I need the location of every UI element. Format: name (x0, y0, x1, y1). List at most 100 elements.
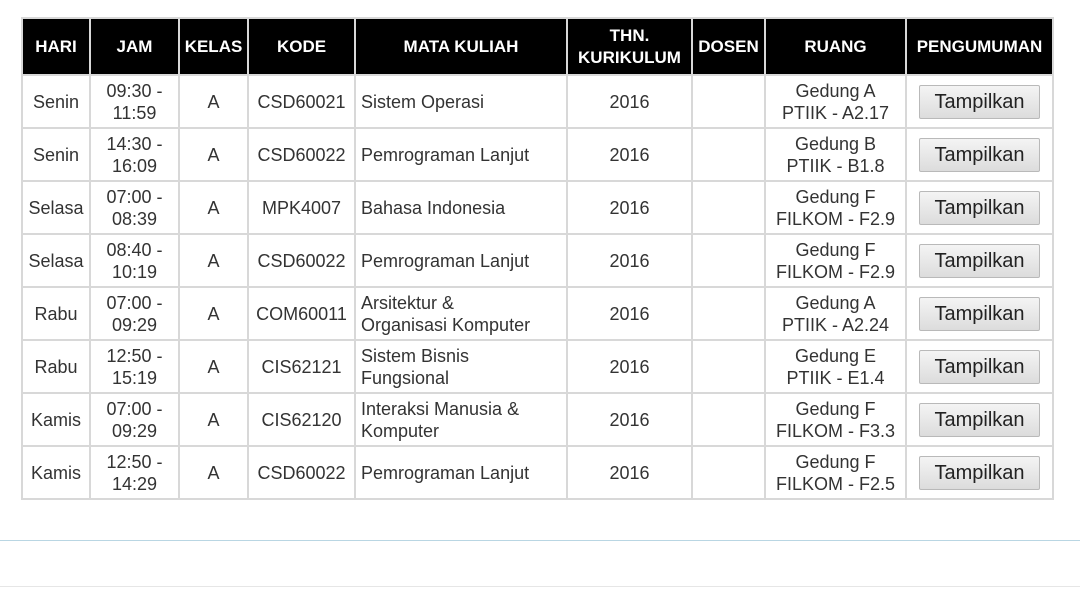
cell-pengumuman: Tampilkan (905, 286, 1054, 341)
cell-ruang: Gedung F FILKOM - F3.3 (764, 392, 907, 447)
ruang-line2: PTIIK - E1.4 (786, 367, 885, 388)
cell-jam: 09:30 -11:59 (89, 74, 180, 129)
ruang-line1: Gedung B (794, 133, 877, 154)
cell-mata-kuliah: Pemrograman Lanjut (354, 233, 568, 288)
cell-hari: Rabu (21, 339, 91, 394)
mata-kuliah-line1: Bahasa Indonesia (361, 197, 506, 218)
header-hari: HARI (21, 17, 91, 76)
ruang-line1: Gedung F (795, 398, 876, 419)
tampilkan-button[interactable]: Tampilkan (919, 296, 1040, 331)
jam-start: 07:00 - (106, 398, 163, 419)
cell-hari: Kamis (21, 392, 91, 447)
cell-kode: CSD60022 (247, 445, 356, 500)
header-dosen: DOSEN (691, 17, 766, 76)
cell-mata-kuliah: Pemrograman Lanjut (354, 445, 568, 500)
table-header-row: HARI JAM KELAS KODE MATA KULIAH THN. KURI… (21, 17, 1054, 76)
cell-kode: CIS62121 (247, 339, 356, 394)
jam-start: 14:30 - (106, 133, 163, 154)
cell-dosen (691, 180, 766, 235)
ruang-line2: FILKOM - F2.9 (775, 208, 896, 229)
cell-kode: COM60011 (247, 286, 356, 341)
cell-kelas: A (178, 180, 249, 235)
cell-thn-kurikulum: 2016 (566, 339, 693, 394)
cell-kode: MPK4007 (247, 180, 356, 235)
cell-ruang: Gedung F FILKOM - F2.9 (764, 233, 907, 288)
cell-pengumuman: Tampilkan (905, 127, 1054, 182)
cell-jam: 07:00 -09:29 (89, 392, 180, 447)
cell-thn-kurikulum: 2016 (566, 445, 693, 500)
header-jam: JAM (89, 17, 180, 76)
cell-pengumuman: Tampilkan (905, 233, 1054, 288)
cell-jam: 12:50 -14:29 (89, 445, 180, 500)
cell-kelas: A (178, 74, 249, 129)
cell-ruang: Gedung B PTIIK - B1.8 (764, 127, 907, 182)
schedule-table: HARI JAM KELAS KODE MATA KULIAH THN. KURI… (21, 17, 1054, 500)
cell-dosen (691, 392, 766, 447)
tampilkan-button[interactable]: Tampilkan (919, 84, 1040, 119)
ruang-line1: Gedung F (795, 239, 876, 260)
ruang-line2: FILKOM - F2.5 (775, 473, 896, 494)
header-ruang: RUANG (764, 17, 907, 76)
table-row: Kamis 12:50 -14:29 A CSD60022 Pemrograma… (21, 445, 1054, 500)
cell-thn-kurikulum: 2016 (566, 180, 693, 235)
ruang-line1: Gedung F (795, 451, 876, 472)
cell-thn-kurikulum: 2016 (566, 127, 693, 182)
cell-ruang: Gedung A PTIIK - A2.17 (764, 74, 907, 129)
cell-thn-kurikulum: 2016 (566, 74, 693, 129)
cell-mata-kuliah: Arsitektur & Organisasi Komputer (354, 286, 568, 341)
header-thn-line1: THN. (609, 25, 650, 45)
cell-kode: CIS62120 (247, 392, 356, 447)
tampilkan-button[interactable]: Tampilkan (919, 349, 1040, 384)
cell-kode: CSD60021 (247, 74, 356, 129)
jam-start: 12:50 - (106, 345, 163, 366)
cell-jam: 12:50 -15:19 (89, 339, 180, 394)
cell-hari: Rabu (21, 286, 91, 341)
mata-kuliah-line1: Pemrograman Lanjut (361, 462, 530, 483)
tampilkan-button[interactable]: Tampilkan (919, 455, 1040, 490)
cell-pengumuman: Tampilkan (905, 445, 1054, 500)
jam-end: 14:29 (111, 473, 158, 494)
mata-kuliah-line1: Pemrograman Lanjut (361, 250, 530, 271)
jam-end: 16:09 (111, 155, 158, 176)
cell-pengumuman: Tampilkan (905, 339, 1054, 394)
cell-jam: 14:30 -16:09 (89, 127, 180, 182)
table-row: Rabu 07:00 -09:29 A COM60011 Arsitektur … (21, 286, 1054, 341)
mata-kuliah-line1: Interaksi Manusia & (361, 398, 520, 419)
cell-pengumuman: Tampilkan (905, 180, 1054, 235)
content-divider (0, 540, 1080, 541)
tampilkan-button[interactable]: Tampilkan (919, 190, 1040, 225)
header-kelas: KELAS (178, 17, 249, 76)
cell-hari: Senin (21, 127, 91, 182)
table-row: Selasa 07:00 -08:39 A MPK4007 Bahasa Ind… (21, 180, 1054, 235)
tampilkan-button[interactable]: Tampilkan (919, 243, 1040, 278)
cell-jam: 07:00 -09:29 (89, 286, 180, 341)
tampilkan-button[interactable]: Tampilkan (919, 402, 1040, 437)
cell-thn-kurikulum: 2016 (566, 286, 693, 341)
cell-pengumuman: Tampilkan (905, 392, 1054, 447)
cell-hari: Selasa (21, 180, 91, 235)
cell-mata-kuliah: Sistem Operasi (354, 74, 568, 129)
cell-dosen (691, 445, 766, 500)
tampilkan-button[interactable]: Tampilkan (919, 137, 1040, 172)
mata-kuliah-line2: Fungsional (361, 367, 450, 388)
cell-jam: 07:00 -08:39 (89, 180, 180, 235)
cell-dosen (691, 286, 766, 341)
mata-kuliah-line1: Pemrograman Lanjut (361, 144, 530, 165)
cell-dosen (691, 74, 766, 129)
header-pengumuman: PENGUMUMAN (905, 17, 1054, 76)
jam-start: 12:50 - (106, 451, 163, 472)
header-thn-line2: KURIKULUM (578, 47, 681, 67)
mata-kuliah-line1: Sistem Operasi (361, 91, 485, 112)
cell-kelas: A (178, 392, 249, 447)
cell-mata-kuliah: Sistem Bisnis Fungsional (354, 339, 568, 394)
ruang-line2: FILKOM - F3.3 (775, 420, 896, 441)
table-row: Senin 14:30 -16:09 A CSD60022 Pemrograma… (21, 127, 1054, 182)
schedule-page: HARI JAM KELAS KODE MATA KULIAH THN. KURI… (0, 0, 1080, 597)
ruang-line2: FILKOM - F2.9 (775, 261, 896, 282)
cell-hari: Selasa (21, 233, 91, 288)
table-row: Rabu 12:50 -15:19 A CIS62121 Sistem Bisn… (21, 339, 1054, 394)
footer-divider (0, 586, 1080, 587)
jam-start: 09:30 - (106, 80, 163, 101)
jam-end: 15:19 (111, 367, 158, 388)
ruang-line2: PTIIK - B1.8 (786, 155, 885, 176)
